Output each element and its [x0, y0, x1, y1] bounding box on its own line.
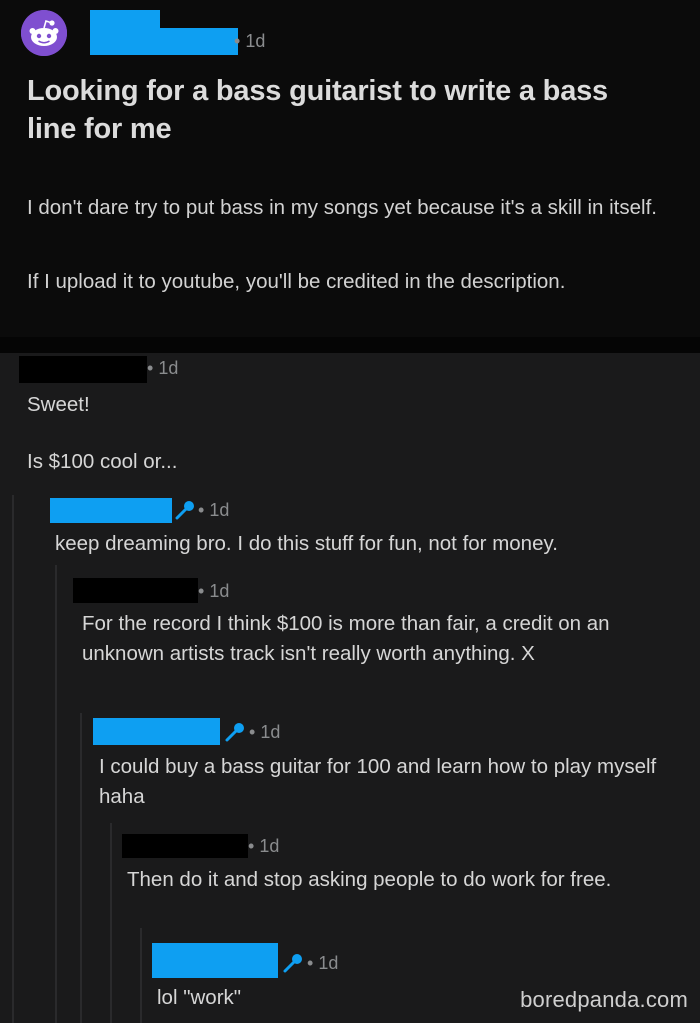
redacted-username[interactable]	[73, 578, 198, 603]
comment-text: For the record I think $100 is more than…	[82, 612, 610, 665]
post-title[interactable]: Looking for a bass guitarist to write a …	[27, 72, 657, 148]
post-comments-divider	[0, 337, 700, 353]
redacted-username[interactable]	[152, 943, 278, 978]
microphone-icon	[282, 952, 304, 974]
redacted-username[interactable]	[90, 10, 160, 30]
comment-age: • 1d	[248, 836, 280, 856]
comment-text: Sweet!	[27, 393, 90, 416]
comment-age: • 1d	[198, 500, 230, 520]
post-body-paragraph: If I upload it to youtube, you'll be cre…	[27, 270, 566, 293]
redacted-username[interactable]	[90, 28, 238, 55]
subreddit-avatar-icon[interactable]	[21, 10, 67, 56]
redacted-username[interactable]	[122, 834, 248, 858]
thread-line[interactable]	[110, 823, 112, 1023]
redacted-username[interactable]	[19, 356, 147, 383]
comment-age: • 1d	[307, 953, 339, 973]
comment-age: • 1d	[249, 722, 281, 742]
comment-thread: • 1d Sweet! Is $100 cool or... • 1d keep d…	[0, 353, 700, 1023]
thread-line[interactable]	[55, 565, 57, 1023]
watermark: boredpanda.com	[520, 987, 688, 1012]
thread-line[interactable]	[12, 495, 14, 1023]
comment-text: Then do it and stop asking people to do …	[127, 868, 612, 891]
comment-text: Is $100 cool or...	[27, 450, 178, 473]
microphone-icon	[224, 721, 246, 743]
redacted-username[interactable]	[93, 718, 220, 745]
post: • 1d Looking for a bass guitarist to writ…	[0, 0, 700, 337]
thread-line[interactable]	[140, 928, 142, 1023]
comment-text: keep dreaming bro. I do this stuff for f…	[55, 532, 558, 555]
thread-line[interactable]	[80, 713, 82, 1023]
comment-age: • 1d	[198, 581, 230, 601]
comment-text: lol "work"	[157, 986, 242, 1009]
microphone-icon	[174, 499, 196, 521]
comment-text: I could buy a bass guitar for 100 and le…	[99, 755, 657, 808]
post-body-paragraph: I don't dare try to put bass in my songs…	[27, 196, 657, 219]
comment-age: • 1d	[147, 358, 179, 378]
redacted-username[interactable]	[50, 498, 172, 523]
post-age: • 1d	[234, 31, 266, 51]
